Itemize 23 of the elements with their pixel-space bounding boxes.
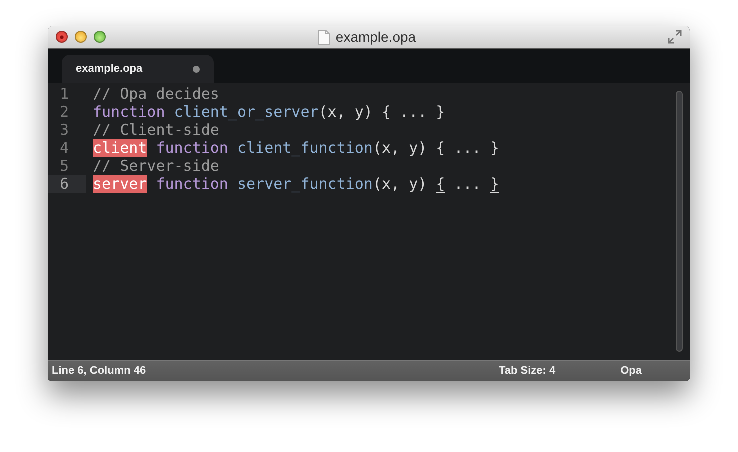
- window-title: example.opa: [336, 29, 416, 45]
- line-number: 2: [60, 103, 70, 121]
- line-number: 1: [60, 85, 70, 103]
- code-line: // Server-side: [93, 157, 220, 175]
- syntax-label[interactable]: Opa: [620, 365, 642, 377]
- code-line: function client_or_server(x, y) { ... }: [93, 103, 446, 121]
- document-icon: [318, 30, 330, 44]
- zoom-button[interactable]: [94, 31, 106, 43]
- line-number: 6: [60, 175, 70, 193]
- fullscreen-icon[interactable]: [668, 30, 682, 44]
- code-line: server function server_function(x, y) { ... }: [93, 175, 500, 193]
- line-number: 3: [60, 121, 70, 139]
- scrollbar[interactable]: [676, 91, 683, 352]
- cursor-position: Line 6, Column 46: [52, 365, 148, 377]
- minimize-button[interactable]: [75, 31, 87, 43]
- line-number: 5: [60, 157, 70, 175]
- close-button[interactable]: [56, 31, 68, 43]
- code-line: // Client-side: [93, 121, 220, 139]
- file-tab[interactable]: example.opa: [62, 55, 214, 83]
- line-number: 4: [60, 139, 70, 157]
- code-line: // Opa decides: [93, 85, 220, 103]
- tab-size-label[interactable]: Tab Size: 4: [498, 365, 556, 377]
- code-line: client function client_function(x, y) { ... }: [93, 139, 500, 157]
